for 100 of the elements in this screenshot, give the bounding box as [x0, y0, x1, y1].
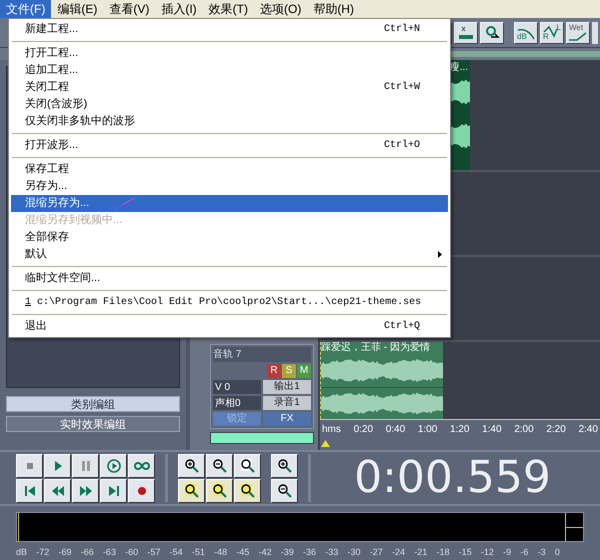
menu-title[interactable]: 插入(I)	[155, 0, 203, 18]
volume-curve-button[interactable]: dB	[514, 22, 538, 44]
menu-item[interactable]: 保存工程	[11, 161, 448, 178]
menu-item[interactable]: 打开波形... Ctrl+O	[11, 137, 448, 154]
menu-title[interactable]: 帮助(H)	[307, 0, 360, 18]
menu-title[interactable]: 查看(V)	[103, 0, 156, 18]
menu-item-label: 全部保存	[25, 230, 69, 246]
meter-scale-label: -24	[392, 546, 405, 559]
group-button[interactable]: 实时效果编组	[6, 416, 180, 432]
menu-item-label: 仅关闭非多轨中的波形	[25, 114, 135, 130]
zoom-in-button[interactable]	[178, 454, 205, 478]
menu-item-label: 退出	[25, 319, 47, 334]
circle-play-icon	[106, 458, 122, 474]
wet-label: Wet	[569, 24, 584, 32]
right-label: R	[543, 32, 549, 40]
zoom-left-button[interactable]	[178, 478, 205, 502]
menu-title[interactable]: 编辑(E)	[51, 0, 104, 18]
menu-item[interactable]: 追加工程...	[11, 62, 448, 79]
go-to-end-button[interactable]	[100, 478, 127, 502]
meter-scale-label: -33	[325, 546, 338, 559]
menu-item[interactable]: 仅关闭非多轨中的波形	[11, 113, 448, 130]
menu-item[interactable]: 默认	[11, 246, 448, 263]
spectrum-icon	[457, 24, 475, 40]
stop-button[interactable]	[16, 454, 43, 478]
menu-title[interactable]: 效果(T)	[202, 0, 254, 18]
meter-scale-label: -42	[258, 546, 272, 559]
rewind-button[interactable]	[44, 478, 71, 502]
vertical-zoom-out-icon	[276, 482, 292, 498]
record-button[interactable]: R	[267, 364, 281, 378]
toolbar-button[interactable]	[592, 22, 598, 44]
track-name: 音轨 7	[213, 347, 311, 362]
menu-item[interactable]: 打开工程...	[11, 45, 448, 62]
menu-item[interactable]: 1 c:\Program Files\Cool Edit Pro\coolpro2\Start...\cep21-theme.ses	[11, 294, 448, 311]
zoom-icon	[240, 482, 256, 498]
zoom-right-button[interactable]	[206, 478, 233, 502]
meter-scale-label: -57	[147, 546, 160, 559]
play-to-end-button[interactable]	[100, 454, 127, 478]
left-label: L	[556, 24, 561, 32]
menu-item-label: 打开波形...	[25, 138, 78, 154]
pan-curve-button[interactable]: R L	[540, 22, 564, 44]
vertical-zoom-in-icon	[276, 458, 292, 474]
meter-scale-label: -9	[503, 546, 512, 559]
menu-title[interactable]: 选项(O)	[254, 0, 308, 18]
input-button[interactable]: 录音1	[263, 396, 311, 410]
volume-field[interactable]: V 0	[213, 380, 261, 394]
menu-item-label: 另存为...	[25, 179, 68, 194]
menu-item[interactable]: 退出 Ctrl+Q	[11, 318, 448, 335]
time-label: 2:20	[546, 423, 566, 438]
menu-item[interactable]: 另存为...	[11, 178, 448, 195]
zoom-out-icon	[212, 458, 228, 474]
record-button[interactable]	[128, 478, 155, 502]
output-button[interactable]: 输出1	[263, 380, 311, 394]
meter-scale-label: -63	[102, 546, 116, 559]
menu-item[interactable]: 新建工程... Ctrl+N	[11, 21, 448, 38]
meter-scale-label: dB	[16, 546, 28, 559]
fast-forward-button[interactable]	[72, 478, 99, 502]
vertical-zoom-out-button[interactable]	[271, 478, 298, 502]
menu-item-label: 混缩另存为...	[25, 196, 90, 212]
menu-title[interactable]: 文件(F)	[0, 0, 52, 18]
shortcut-label: Ctrl+O	[384, 138, 420, 153]
recent-file-path: 1 c:\Program Files\Cool Edit Pro\coolpro2\Start...\cep21-theme.ses	[25, 296, 422, 310]
group-button[interactable]: 类别编组	[6, 396, 180, 412]
meter-scale-label: -21	[414, 546, 428, 559]
meter-scale-label: -36	[303, 546, 316, 559]
shortcut-label: Ctrl+W	[384, 80, 420, 95]
zoom-full-button[interactable]	[234, 454, 261, 478]
vertical-zoom-in-button[interactable]	[271, 454, 298, 478]
meter-scale-label: -69	[58, 546, 72, 559]
menu-item[interactable]: 临时文件空间...	[11, 270, 448, 287]
pause-button[interactable]	[72, 454, 99, 478]
go-to-start-button[interactable]	[16, 478, 43, 502]
menu-item[interactable]: 混缩另存为...	[11, 195, 448, 212]
zoom-selection-button[interactable]	[234, 478, 261, 502]
zoom-page-icon	[240, 458, 256, 474]
shortcut-label: Ctrl+N	[384, 22, 420, 37]
spectrum-button[interactable]	[454, 22, 478, 44]
loop-button[interactable]	[128, 454, 155, 478]
menu-item[interactable]: 全部保存	[11, 229, 448, 246]
export-button[interactable]	[480, 22, 504, 44]
wet-curve-button[interactable]: Wet	[566, 22, 590, 44]
time-display: 0:00.559	[354, 456, 551, 500]
submenu-arrow-icon	[438, 251, 442, 258]
fx-button[interactable]: FX	[263, 412, 311, 426]
db-label: dB	[517, 32, 527, 40]
meter-scale-label: -15	[458, 546, 472, 559]
menu-item-label: 打开工程...	[25, 46, 78, 62]
menu-item[interactable]: 关闭(含波形)	[11, 96, 448, 113]
meter-scale-label: -45	[236, 546, 250, 559]
time-label: 1:00	[418, 423, 438, 438]
zoom-out-button[interactable]	[206, 454, 233, 478]
meter-scale-label: -60	[125, 546, 138, 559]
menu-item[interactable]: 关闭工程 Ctrl+W	[11, 79, 448, 96]
meter-scale-label: -3	[538, 546, 546, 559]
pan-field[interactable]: 声相0	[213, 396, 261, 410]
play-button[interactable]	[44, 454, 71, 478]
menu-item-label: 追加工程...	[25, 63, 78, 78]
meter-scale-label: -12	[480, 546, 494, 559]
meter-scale-label: -6	[520, 546, 528, 559]
time-label: 0:20	[354, 423, 374, 438]
time-label: 1:40	[482, 423, 502, 438]
